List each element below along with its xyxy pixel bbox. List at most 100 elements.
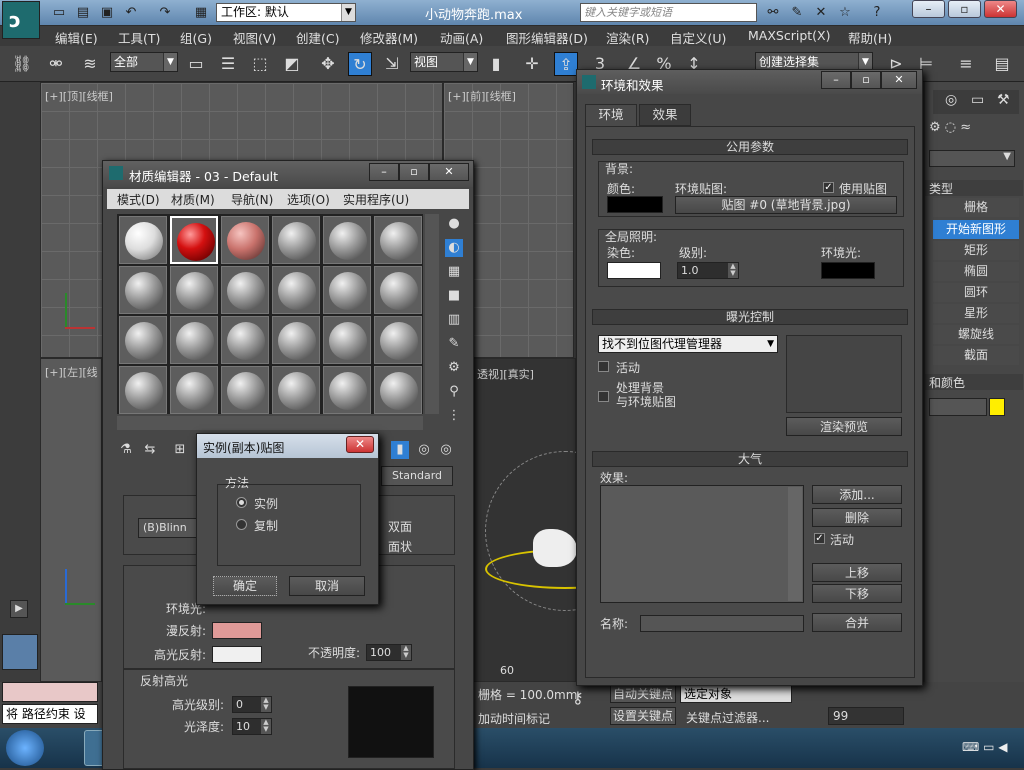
menu-rendering[interactable]: 渲染(R): [606, 28, 649, 47]
viewport-left[interactable]: [+][左][线: [40, 358, 102, 682]
shader-dropdown[interactable]: (B)Blinn: [138, 518, 198, 538]
menu-maxscript[interactable]: MAXScript(X): [748, 28, 830, 43]
background-icon[interactable]: ▦: [445, 263, 463, 281]
instance-radio[interactable]: [236, 497, 247, 508]
cancel-button[interactable]: 取消: [289, 576, 365, 596]
sample-slot[interactable]: [119, 216, 167, 264]
exposure-active-checkbox[interactable]: [598, 361, 609, 372]
sample-slot[interactable]: [374, 266, 422, 314]
sample-slot[interactable]: [374, 216, 422, 264]
close-x-icon[interactable]: ✕: [812, 4, 830, 22]
tint-swatch[interactable]: [607, 262, 661, 279]
menu-graph-editors[interactable]: 图形编辑器(D): [506, 28, 588, 47]
menu-animation[interactable]: 动画(A): [440, 28, 483, 47]
level-spinner[interactable]: 1.0 ▲ ▼: [677, 262, 739, 279]
exposure-control-header[interactable]: 曝光控制: [592, 309, 908, 325]
subobject-icons[interactable]: ⚙ ◌ ≈: [929, 120, 1019, 140]
sample-slot[interactable]: [323, 216, 371, 264]
category-dropdown[interactable]: ▼: [929, 150, 1015, 167]
exposure-dropdown[interactable]: 找不到位图代理管理器 ▼: [598, 335, 778, 353]
viewport-perspective[interactable]: 透视][真实]: [472, 358, 645, 682]
link-icon[interactable]: ⛓: [10, 52, 34, 76]
menu-tools[interactable]: 工具(T): [118, 28, 160, 47]
add-effect-button[interactable]: 添加...: [812, 485, 902, 504]
move-down-button[interactable]: 下移: [812, 584, 902, 603]
bind-space-warp-icon[interactable]: ≋: [78, 52, 102, 76]
expand-arrow-icon[interactable]: ▶: [10, 600, 28, 618]
show-map-icon[interactable]: ▮: [391, 441, 409, 459]
options-icon[interactable]: ⚙: [445, 359, 463, 377]
atmosphere-header[interactable]: 大气: [592, 451, 908, 467]
get-material-icon[interactable]: ⚗: [117, 441, 135, 459]
spec-level-spinner[interactable]: 0 ▲ ▼: [232, 696, 272, 713]
sample-slot[interactable]: [221, 316, 269, 364]
atm-active-checkbox[interactable]: ✓: [814, 533, 825, 544]
object-color-swatch[interactable]: [989, 398, 1005, 416]
cmd-item-grid[interactable]: 栅格: [933, 198, 1019, 217]
select-object-icon[interactable]: ▭: [184, 52, 208, 76]
go-to-parent-icon[interactable]: ◎: [415, 441, 433, 459]
binoculars-icon[interactable]: ⚯: [764, 4, 782, 22]
cmd-item-rectangle[interactable]: 矩形: [933, 241, 1019, 260]
cmd-item-helix[interactable]: 螺旋线: [933, 325, 1019, 344]
merge-button[interactable]: 合并: [812, 613, 902, 632]
sample-slot[interactable]: [272, 216, 320, 264]
effects-scrollbar[interactable]: [788, 487, 802, 601]
utilities-icon[interactable]: ⚒: [997, 92, 1010, 108]
move-icon[interactable]: ✥: [316, 52, 340, 76]
key-filters-button[interactable]: 关键点过滤器...: [686, 709, 769, 726]
app-logo-icon[interactable]: ↄ: [2, 1, 40, 39]
selection-filter-dropdown[interactable]: 全部 ▼: [110, 52, 178, 72]
put-to-scene-icon[interactable]: ⇆: [141, 441, 159, 459]
project-icon[interactable]: ▦: [192, 4, 210, 22]
wrench-icon[interactable]: ✎: [788, 4, 806, 22]
add-time-tag[interactable]: 加动时间标记: [478, 710, 550, 727]
animal-model[interactable]: [533, 529, 577, 567]
menu-help[interactable]: 帮助(H): [848, 28, 892, 47]
key-mode-dropdown[interactable]: 选定对象: [680, 685, 792, 703]
specular-swatch[interactable]: [212, 646, 262, 663]
viewport-layout-icon[interactable]: [2, 634, 38, 670]
graphite-icon[interactable]: ▤: [990, 52, 1014, 76]
mated-close-button[interactable]: ✕: [429, 163, 469, 181]
start-button-icon[interactable]: [6, 730, 44, 766]
env-titlebar[interactable]: 环境和效果 – ▫ ✕: [577, 70, 922, 94]
set-key-button[interactable]: 设置关键点: [610, 707, 676, 725]
process-bg-checkbox[interactable]: [598, 391, 609, 402]
sample-slot[interactable]: [170, 316, 218, 364]
unlink-icon[interactable]: ⚮: [44, 52, 68, 76]
keyboard-shortcut-icon[interactable]: ⇪: [554, 52, 578, 76]
mated-menu-navigation[interactable]: 导航(N): [231, 191, 273, 208]
scale-icon[interactable]: ⇲: [380, 52, 404, 76]
select-by-material-icon[interactable]: ⚲: [445, 383, 463, 401]
rotate-icon[interactable]: ↻: [348, 52, 372, 76]
material-editor-titlebar[interactable]: 材质编辑器 - 03 - Default – ▫ ✕: [103, 161, 473, 187]
sample-slot[interactable]: [170, 366, 218, 414]
close-button[interactable]: ✕: [984, 0, 1017, 18]
slots-hscrollbar[interactable]: [117, 416, 423, 430]
menu-modifiers[interactable]: 修改器(M): [360, 28, 418, 47]
diffuse-swatch[interactable]: [212, 622, 262, 639]
ref-coord-dropdown[interactable]: 视图 ▼: [410, 52, 478, 72]
material-navigator-icon[interactable]: ⋮: [445, 407, 463, 425]
redo-icon[interactable]: ↷: [156, 4, 174, 22]
ok-button[interactable]: 确定: [213, 576, 277, 596]
mated-minimize-button[interactable]: –: [369, 163, 399, 181]
env-map-button[interactable]: 贴图 #0 (草地背景.jpg): [675, 196, 897, 214]
sample-slot[interactable]: [119, 316, 167, 364]
sample-slot[interactable]: [272, 316, 320, 364]
go-forward-icon[interactable]: ◎: [437, 441, 455, 459]
star-icon[interactable]: ☆: [836, 4, 854, 22]
auto-key-button[interactable]: 自动关键点: [610, 685, 676, 703]
mated-menu-utilities[interactable]: 实用程序(U): [343, 191, 409, 208]
two-sided-option[interactable]: 双面: [388, 518, 412, 535]
frame-field[interactable]: 99: [828, 707, 904, 725]
bg-color-swatch[interactable]: [607, 196, 663, 213]
mated-maximize-button[interactable]: ▫: [399, 163, 429, 181]
cmd-item-donut[interactable]: 圆环: [933, 283, 1019, 302]
sample-slot[interactable]: [374, 366, 422, 414]
sample-slot[interactable]: [221, 366, 269, 414]
instance-dialog-titlebar[interactable]: 实例(副本)贴图 ✕: [197, 434, 378, 458]
sample-slot[interactable]: [374, 316, 422, 364]
sample-slot[interactable]: [323, 266, 371, 314]
